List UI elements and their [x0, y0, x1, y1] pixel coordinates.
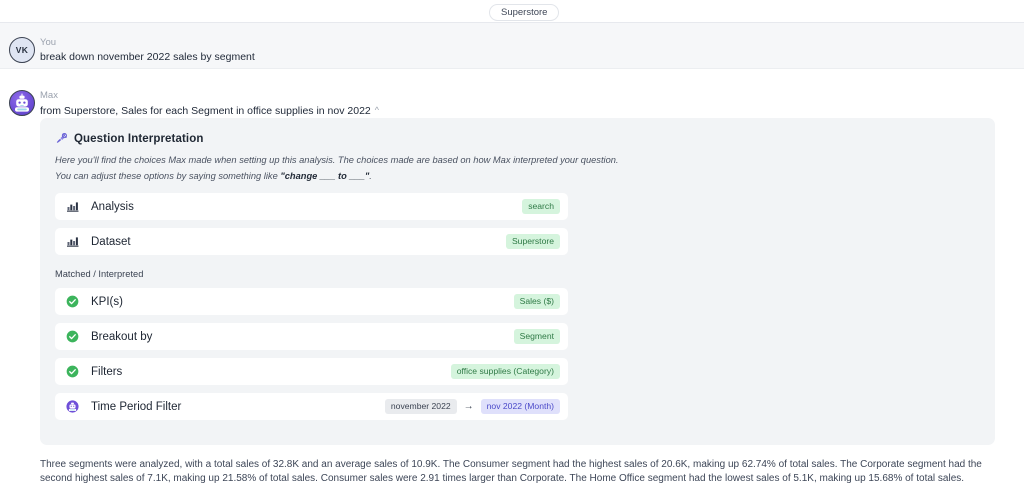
bot-message-text: from Superstore, Sales for each Segment …: [40, 103, 1008, 118]
bot-message-body: from Superstore, Sales for each Segment …: [40, 105, 371, 117]
bot-message: Max from Superstore, Sales for each Segm…: [0, 76, 1024, 118]
time-period-from-badge[interactable]: november 2022: [384, 399, 457, 414]
description-line-2: You can adjust these options by saying s…: [55, 169, 940, 185]
chat-analysis-page: Superstore VK You break down november 20…: [0, 0, 1024, 504]
bot-sender-label: Max: [40, 90, 58, 101]
avatar-initials: VK: [15, 45, 29, 55]
robot-face-icon: [15, 93, 29, 112]
row-dataset-badge[interactable]: Superstore: [505, 234, 560, 249]
row-filters-badge[interactable]: office supplies (Category): [450, 364, 560, 379]
row-analysis-values: search: [522, 199, 560, 214]
description-line-2-prefix: You can adjust these options by saying s…: [55, 170, 281, 181]
check-circle-icon: [66, 295, 79, 308]
matched-rows-list: KPI(s) Sales ($) Breakout by Segment Fil…: [40, 288, 995, 420]
topbar: Superstore: [0, 0, 1024, 24]
row-dataset[interactable]: Dataset Superstore: [55, 228, 568, 255]
row-analysis-label: Analysis: [91, 200, 134, 213]
check-circle-icon: [66, 330, 79, 343]
arrow-right-icon: →: [463, 401, 474, 412]
chevron-up-icon[interactable]: ^: [375, 103, 379, 117]
row-analysis[interactable]: Analysis search: [55, 193, 568, 220]
description-line-2-bold: "change ___ to ___": [280, 170, 370, 181]
row-kpis-badge[interactable]: Sales ($): [513, 294, 560, 309]
bar-chart-glyph: [66, 202, 78, 212]
row-time-period-filter[interactable]: Time Period Filter november 2022 → nov 2…: [55, 393, 568, 420]
row-kpis-label: KPI(s): [91, 295, 123, 308]
matched-interpreted-label: Matched / Interpreted: [55, 269, 144, 279]
analysis-summary-text: Three segments were analyzed, with a tot…: [40, 459, 982, 484]
max-robot-glyph: [66, 400, 79, 413]
bar-chart-icon: [66, 235, 79, 248]
row-breakout-by[interactable]: Breakout by Segment: [55, 323, 568, 350]
user-message-inner: VK You break down november 2022 sales by…: [0, 37, 1024, 64]
user-message-text: break down november 2022 sales by segmen…: [40, 51, 255, 63]
question-interpretation-description: Here you'll find the choices Max made wh…: [40, 145, 940, 184]
max-robot-avatar: [9, 90, 35, 116]
row-time-period-filter-label: Time Period Filter: [91, 400, 182, 413]
user-message: VK You break down november 2022 sales by…: [0, 23, 1024, 69]
row-analysis-badge[interactable]: search: [522, 199, 560, 214]
check-circle-glyph: [66, 330, 79, 343]
time-period-to-badge[interactable]: nov 2022 (Month): [480, 399, 560, 414]
row-dataset-label: Dataset: [91, 235, 131, 248]
check-circle-glyph: [66, 365, 79, 378]
row-filters-label: Filters: [91, 365, 123, 378]
user-sender-label: You: [40, 37, 57, 48]
row-time-period-filter-values: november 2022 → nov 2022 (Month): [384, 399, 560, 414]
question-interpretation-header: Question Interpretation: [40, 118, 995, 145]
question-interpretation-panel: Question Interpretation Here you'll find…: [40, 118, 995, 445]
question-interpretation-title: Question Interpretation: [74, 132, 204, 145]
max-robot-icon: [66, 400, 79, 413]
top-rows-list: Analysis search Dataset Superstore: [40, 184, 995, 255]
row-dataset-values: Superstore: [505, 234, 560, 249]
row-breakout-by-label: Breakout by: [91, 330, 153, 343]
user-initials-avatar: VK: [9, 37, 35, 63]
row-filters-values: office supplies (Category): [450, 364, 560, 379]
row-filters[interactable]: Filters office supplies (Category): [55, 358, 568, 385]
bot-message-inner: Max from Superstore, Sales for each Segm…: [0, 90, 1024, 118]
interpretation-icon: [56, 133, 67, 143]
row-kpis-values: Sales ($): [513, 294, 560, 309]
dataset-tab-pill[interactable]: Superstore: [489, 4, 560, 21]
bar-chart-glyph: [66, 237, 78, 247]
row-kpis[interactable]: KPI(s) Sales ($): [55, 288, 568, 315]
bar-chart-icon: [66, 200, 79, 213]
description-line-1: Here you'll find the choices Max made wh…: [55, 155, 619, 165]
description-line-2-suffix: .: [369, 170, 372, 181]
check-circle-glyph: [66, 295, 79, 308]
row-breakout-by-values: Segment: [513, 329, 560, 344]
check-circle-icon: [66, 365, 79, 378]
row-breakout-by-badge[interactable]: Segment: [513, 329, 560, 344]
